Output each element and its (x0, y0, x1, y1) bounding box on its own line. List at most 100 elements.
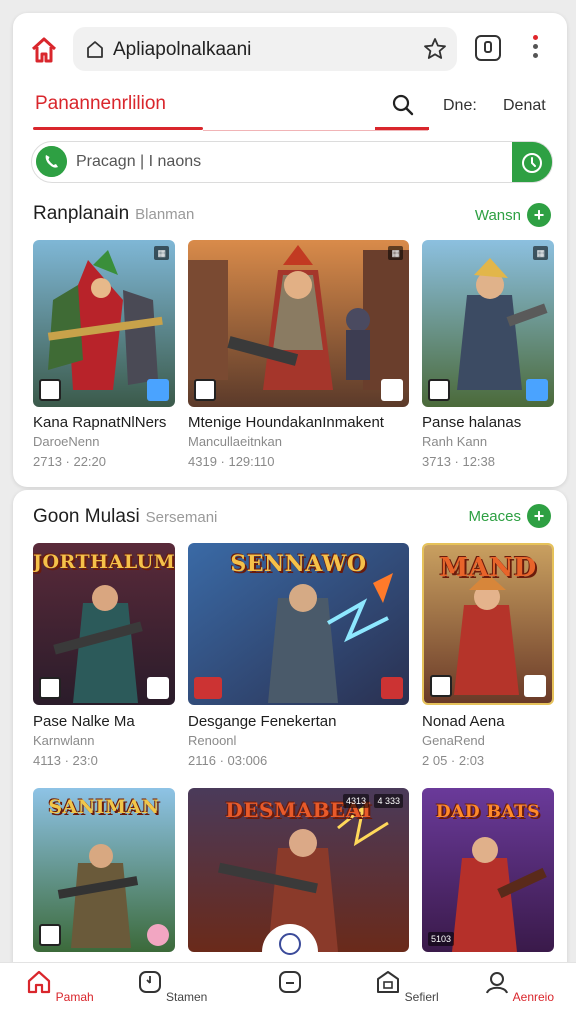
thumbnail-art-title: SANIMAN (48, 796, 160, 818)
site-info-icon[interactable] (85, 39, 105, 59)
url-bar[interactable]: Apliapolnalkaani (73, 27, 457, 71)
nav-account[interactable]: Aenreio (474, 969, 564, 1004)
thumbnail-badge: ▦ (388, 246, 403, 260)
game-card[interactable]: ▦ Panse halanas Ranh Kann 3713 · 12:38 (422, 240, 554, 480)
section-nav-title[interactable]: Panannenrlilion (35, 93, 166, 115)
corner-icon (381, 379, 403, 401)
game-card[interactable]: SANIMAN (33, 788, 175, 952)
game-meta: 2713 · 22:20 (33, 454, 107, 469)
thumbnail-badge: 4 333 (374, 794, 403, 808)
corner-icon (381, 677, 403, 699)
game-thumbnail[interactable]: JORTHALUM (33, 543, 175, 705)
chat-icon (279, 933, 301, 955)
phone-icon (36, 146, 67, 177)
phone-input-bar[interactable]: Pracagn | I naons (31, 141, 553, 183)
game-title[interactable]: Nonad Aena (422, 713, 505, 730)
top-card: Apliapolnalkaani Panannenrlilion Dne: De… (13, 13, 567, 487)
thumbnail-art-title: SENNAWO (230, 551, 367, 577)
tabs-button[interactable] (475, 35, 501, 61)
game-subtitle: Karnwlann (33, 733, 95, 748)
game-subtitle: Renoonl (188, 733, 237, 748)
corner-icon (526, 379, 548, 401)
nav-messages[interactable] (245, 969, 335, 1004)
nav-search[interactable]: Sefierl (362, 969, 452, 1004)
game-card[interactable]: MAND Nonad Aena GenaRend 2 05 · 2:03 (422, 543, 554, 773)
corner-icon (147, 924, 169, 946)
thumbnail-badge: 5103 (428, 932, 455, 946)
nav-label: Sefierl (404, 990, 439, 1004)
nav-stories[interactable]: Stamen (127, 969, 217, 1004)
phone-input-text[interactable]: Pracagn | I naons (76, 153, 201, 171)
tabs-icon (484, 41, 492, 53)
section-title: Goon Mulasi Sersemani (33, 506, 218, 527)
game-meta: 2 05 · 2:03 (422, 753, 485, 768)
game-title[interactable]: Desgange Fenekertan (188, 713, 336, 730)
nav-label: Pamah (55, 990, 94, 1004)
game-card[interactable]: ▦ Mtenige HoundakanInmakent Mancullaeitn… (188, 240, 409, 480)
home-icon[interactable] (29, 35, 59, 65)
qr-badge (39, 379, 61, 401)
corner-icon (147, 379, 169, 401)
qr-badge (428, 379, 450, 401)
account-icon (486, 972, 508, 994)
active-tab-indicator (33, 127, 203, 130)
game-subtitle: Mancullaeitnkan (188, 434, 282, 449)
search-icon[interactable] (391, 93, 415, 117)
qr-badge (39, 924, 61, 946)
game-subtitle: Ranh Kann (422, 434, 488, 449)
game-title[interactable]: Kana RapnatNlNers (33, 414, 166, 431)
nav-home[interactable]: Pamah (15, 969, 105, 1004)
bottom-card: Goon Mulasi Sersemani Meaces + JORTHALUM P… (13, 490, 567, 965)
game-thumbnail[interactable]: ▦ (33, 240, 175, 407)
stories-icon (138, 971, 161, 993)
store-icon (377, 971, 400, 993)
game-subtitle: GenaRend (422, 733, 485, 748)
thumbnail-badge: ▦ (154, 246, 169, 260)
game-meta: 4319 · 129:110 (188, 454, 275, 469)
game-thumbnail[interactable]: DAD BATS 5103 (422, 788, 554, 952)
game-card[interactable]: SENNAWO Desgange Fenekertan Renoonl 2116… (188, 543, 409, 773)
game-card[interactable]: ▦ Kana RapnatNlNers DaroeNenn 2713 · 22:… (33, 240, 175, 480)
corner-icon (147, 677, 169, 699)
message-icon (279, 971, 301, 993)
nav-link-denat[interactable]: Denat (503, 97, 546, 115)
section-more-button[interactable]: Meaces + (468, 504, 551, 528)
nav-divider (203, 130, 428, 131)
game-thumbnail[interactable]: MAND (422, 543, 554, 705)
search-tab-indicator (375, 127, 429, 130)
game-thumbnail[interactable]: SENNAWO (188, 543, 409, 705)
game-card[interactable]: DAD BATS 5103 (422, 788, 554, 952)
nav-link-dne[interactable]: Dne: (443, 97, 477, 115)
game-thumbnail[interactable]: SANIMAN (33, 788, 175, 952)
game-subtitle: DaroeNenn (33, 434, 100, 449)
section-more-button[interactable]: Wansn + (475, 203, 551, 227)
rating-badge (194, 677, 222, 699)
go-button-icon[interactable] (512, 142, 552, 183)
game-meta: 3713 · 12:38 (422, 454, 496, 469)
qr-badge (430, 675, 452, 697)
qr-badge (39, 677, 61, 699)
game-title[interactable]: Pase Nalke Ma (33, 713, 135, 730)
thumbnail-art-title: DAD BATS (435, 802, 541, 822)
overflow-menu-icon[interactable] (529, 35, 541, 63)
bottom-nav: Pamah Stamen Sefierl Aenreio (0, 962, 576, 1024)
bookmark-star-icon[interactable] (423, 37, 447, 61)
nav-label: Aenreio (512, 990, 555, 1004)
section-subtitle: Blanman (135, 206, 195, 223)
url-text[interactable]: Apliapolnalkaani (113, 39, 251, 61)
game-thumbnail[interactable]: ▦ (422, 240, 554, 407)
game-meta: 4113 · 23:0 (33, 753, 98, 768)
plus-icon: + (527, 504, 551, 528)
qr-badge (194, 379, 216, 401)
game-card[interactable]: JORTHALUM Pase Nalke Ma Karnwlann 4113 ·… (33, 543, 175, 773)
section-title: Ranplanain Blanman (33, 203, 195, 224)
thumbnail-badge: ▦ (533, 246, 548, 260)
game-title[interactable]: Panse halanas (422, 414, 521, 431)
plus-icon: + (527, 203, 551, 227)
thumbnail-art-title: MAND (439, 553, 537, 583)
game-thumbnail[interactable]: ▦ (188, 240, 409, 407)
game-title[interactable]: Mtenige HoundakanInmakent (188, 414, 384, 431)
game-meta: 2116 · 03:006 (188, 753, 268, 768)
thumbnail-badge: 4313 (342, 794, 369, 808)
home-icon (28, 970, 51, 994)
